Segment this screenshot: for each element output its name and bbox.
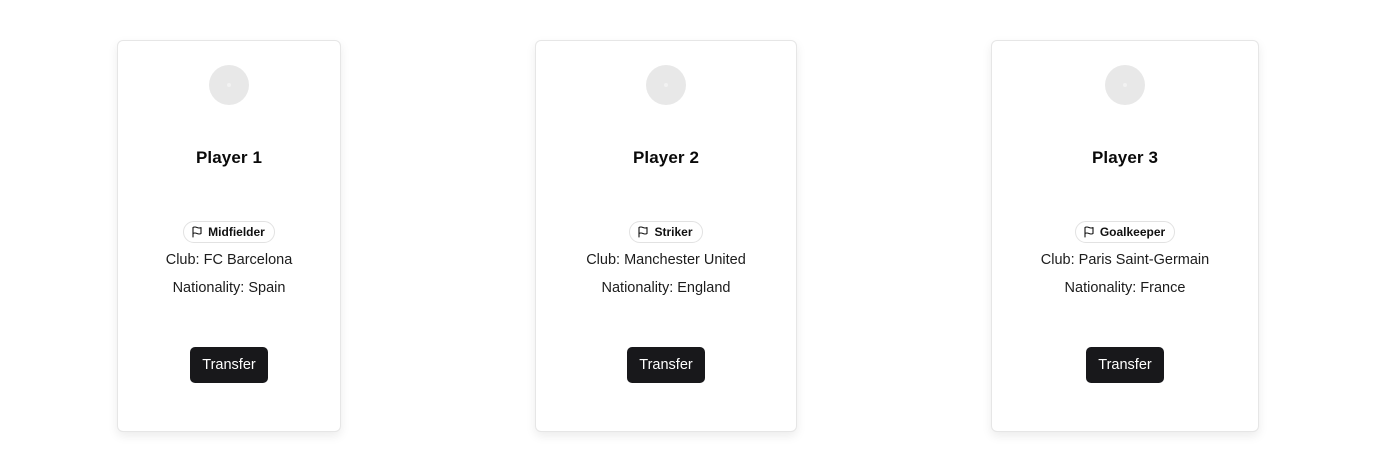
avatar [646,65,686,105]
flag-icon [637,226,654,238]
player-card: Player 3 Goalkeeper Club: Paris Saint-Ge… [991,40,1259,432]
transfer-button[interactable]: Transfer [1086,347,1164,383]
player-card: Player 2 Striker Club: Manchester United… [535,40,797,432]
flag-icon [191,226,208,238]
club-text: Club: Paris Saint-Germain [1040,252,1210,268]
position-label: Midfielder [208,225,265,239]
nationality-text: Nationality: Spain [172,280,286,296]
club-text: Club: FC Barcelona [165,252,293,268]
club-text: Club: Manchester United [586,252,746,268]
avatar [209,65,249,105]
nationality-text: Nationality: England [601,280,731,296]
player-card: Player 1 Midfielder Club: FC Barcelona N… [117,40,341,432]
position-label: Goalkeeper [1099,225,1166,239]
position-badge: Goalkeeper [1074,221,1176,243]
player-name: Player 2 [632,148,700,167]
avatar [1105,65,1145,105]
nationality-text: Nationality: France [1064,280,1186,296]
player-name: Player 1 [195,148,263,167]
position-label: Striker [654,225,693,239]
transfer-button[interactable]: Transfer [190,347,268,383]
position-badge: Striker [629,221,703,243]
flag-icon [1083,226,1100,238]
position-badge: Midfielder [183,221,275,243]
player-name: Player 3 [1091,148,1159,167]
transfer-button[interactable]: Transfer [627,347,705,383]
